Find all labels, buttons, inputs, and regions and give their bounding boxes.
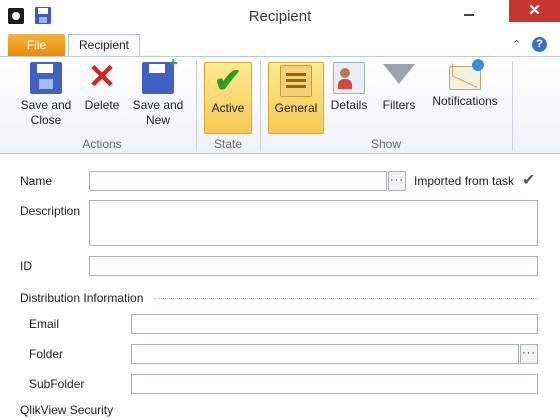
general-label: General — [274, 101, 318, 115]
ribbon-tabstrip: File Recipient ⌃ ? — [0, 34, 560, 57]
details-label: Details — [330, 98, 368, 112]
details-view-button[interactable]: Details — [328, 62, 370, 113]
filter-icon — [383, 64, 415, 84]
save-and-close-label: Save and Close — [20, 98, 72, 127]
name-label: Name — [20, 174, 53, 188]
subfolder-label: SubFolder — [29, 377, 85, 391]
title-bar: Recipient ✕ — [0, 0, 560, 34]
general-icon — [280, 65, 312, 97]
window-title: Recipient — [248, 8, 312, 25]
delete-icon: ✕ — [87, 58, 117, 96]
tab-file[interactable]: File — [8, 34, 65, 56]
filters-label: Filters — [382, 98, 416, 112]
save-and-new-button[interactable]: Save and New — [128, 56, 188, 128]
subfolder-input[interactable] — [131, 374, 538, 394]
save-and-close-button[interactable]: Save and Close — [16, 62, 76, 128]
description-label: Description — [20, 204, 81, 218]
folder-label: Folder — [29, 347, 64, 361]
group-separator — [260, 61, 261, 151]
security-section-header: QlikView Security — [20, 403, 114, 417]
tab-recipient[interactable]: Recipient — [68, 34, 140, 57]
close-button[interactable]: ✕ — [509, 0, 560, 22]
active-toggle-button[interactable]: ✔ Active — [204, 62, 252, 134]
name-input[interactable] — [89, 171, 387, 191]
check-icon: ✔ — [213, 62, 243, 100]
general-view-button[interactable]: General — [268, 62, 324, 134]
save-and-new-label: Save and New — [132, 98, 184, 127]
name-browse-button[interactable]: ··· — [388, 171, 406, 191]
folder-browse-button[interactable]: ··· — [520, 344, 538, 364]
group-label-show: Show — [370, 137, 402, 151]
id-label: ID — [20, 259, 32, 273]
notifications-icon — [449, 59, 484, 90]
delete-button[interactable]: ✕ Delete — [78, 58, 126, 113]
active-label: Active — [211, 101, 245, 115]
notifications-view-button[interactable]: Notifications — [428, 59, 502, 109]
id-input[interactable] — [89, 256, 538, 276]
save-new-icon — [142, 56, 178, 94]
help-icon[interactable]: ? — [532, 37, 547, 52]
folder-input[interactable] — [131, 344, 519, 364]
group-separator — [196, 61, 197, 151]
group-separator — [512, 61, 513, 151]
email-label: Email — [29, 317, 60, 331]
description-input[interactable] — [89, 200, 538, 246]
group-label-actions: Actions — [82, 137, 122, 151]
minimize-button[interactable] — [464, 14, 474, 16]
section-divider — [154, 298, 538, 299]
ribbon: Save and Close ✕ Delete Save and New Act… — [0, 56, 560, 154]
group-label-state: State — [213, 137, 243, 151]
distribution-section-header: Distribution Information — [20, 291, 144, 305]
email-input[interactable] — [131, 314, 538, 334]
details-icon — [333, 62, 365, 94]
notifications-label: Notifications — [432, 94, 498, 108]
recipient-form: Name ··· Imported from task ✔ Descriptio… — [0, 154, 560, 420]
filters-view-button[interactable]: Filters — [376, 62, 422, 113]
delete-label: Delete — [84, 98, 120, 112]
imported-check-icon: ✔ — [522, 172, 536, 189]
save-close-icon — [30, 62, 62, 94]
imported-from-task-label: Imported from task — [414, 174, 515, 188]
collapse-ribbon-icon[interactable]: ⌃ — [512, 38, 521, 51]
